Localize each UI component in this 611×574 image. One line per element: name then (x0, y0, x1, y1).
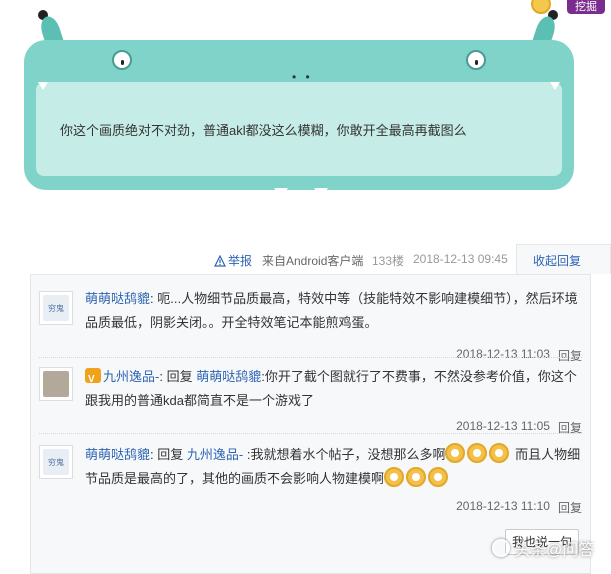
divider (39, 433, 582, 434)
eye-icon (466, 50, 486, 70)
reply-button[interactable]: 回复 (558, 499, 582, 516)
emoji-icon (467, 443, 488, 463)
avatar[interactable]: 穷鬼 (39, 291, 73, 325)
post-floor: 133楼 (372, 254, 405, 268)
emoji-icon (445, 443, 466, 463)
reply-content: :我就想着水个帖子，没想那么多啊 (243, 447, 446, 462)
reply-target[interactable]: 萌萌哒鸹貔 (196, 369, 261, 384)
list-item: 穷鬼 萌萌哒鸹貔: 呃...人物细节品质最高，特效中等（技能特效不影响建模细节）… (31, 285, 592, 365)
reply-footer: 2018-12-13 11:10 回复 (456, 499, 582, 516)
reply-text: 萌萌哒鸹貔: 回复 九州逸品- :我就想着水个帖子，没想那么多啊 而且人物细节品… (85, 443, 585, 491)
report-link[interactable]: 举报 (214, 252, 252, 269)
emoji-icon (489, 443, 510, 463)
member-icon (85, 368, 101, 392)
reply-footer: 2018-12-13 11:03 回复 (456, 347, 582, 364)
reply-time: 2018-12-13 11:03 (456, 347, 550, 361)
reply-target[interactable]: 九州逸品- (187, 447, 243, 462)
divider (39, 357, 582, 358)
reply-time: 2018-12-13 11:10 (456, 499, 550, 513)
list-item: 九州逸品-: 回复 萌萌哒鸹貔:你开了截个图就行了不费事，不然没参考价值，你这个… (31, 363, 592, 439)
reply-username[interactable]: 九州逸品- (103, 369, 159, 384)
post-content: • • 你这个画质绝对不对劲，普通akl都没这么模糊，你敢开全最高再截图么 (0, 0, 611, 235)
reply-list: 穷鬼 萌萌哒鸹貔: 呃...人物细节品质最高，特效中等（技能特效不影响建模细节）… (30, 274, 591, 574)
reply-text: 九州逸品-: 回复 萌萌哒鸹貔:你开了截个图就行了不费事，不然没参考价值，你这个… (85, 365, 585, 413)
report-label: 举报 (228, 254, 253, 268)
reply-username[interactable]: 萌萌哒鸹貔 (85, 291, 150, 306)
post-source: 来自Android客户端 (262, 254, 364, 268)
fang-icon (274, 188, 288, 198)
tooth-icon (38, 82, 48, 90)
emoji-icon (428, 467, 449, 487)
collapse-replies-link[interactable]: 收起回复 (533, 252, 581, 269)
avatar[interactable]: 穷鬼 (39, 445, 73, 479)
warning-icon (214, 254, 226, 267)
emoji-icon (406, 467, 427, 487)
post-text: 你这个画质绝对不对劲，普通akl都没这么模糊，你敢开全最高再截图么 (60, 122, 467, 138)
post-meta: 举报 来自Android客户端 133楼 2018-12-13 09:45 收起… (0, 244, 611, 274)
reply-text: 萌萌哒鸹貔: 呃...人物细节品质最高，特效中等（技能特效不影响建模细节），然后… (85, 291, 578, 330)
post-text-box: 你这个画质绝对不对劲，普通akl都没这么模糊，你敢开全最高再截图么 (36, 82, 562, 176)
eye-icon (112, 50, 132, 70)
watermark-text: 头条@问答 (514, 542, 595, 559)
fang-icon (314, 188, 328, 198)
avatar[interactable] (39, 367, 73, 401)
post-time: 2018-12-13 09:45 (413, 252, 508, 266)
reply-content: 呃...人物细节品质最高，特效中等（技能特效不影响建模细节），然后环境品质最低，… (85, 291, 578, 330)
reply-button[interactable]: 回复 (558, 347, 582, 364)
monster-bubble: • • 你这个画质绝对不对劲，普通akl都没这么模糊，你敢开全最高再截图么 (24, 10, 574, 198)
watermark-logo-icon (492, 539, 510, 557)
reply-username[interactable]: 萌萌哒鸹貔 (85, 447, 150, 462)
emoji-icon (384, 467, 405, 487)
tooth-icon (550, 82, 560, 90)
watermark: 头条@问答 (492, 536, 594, 560)
